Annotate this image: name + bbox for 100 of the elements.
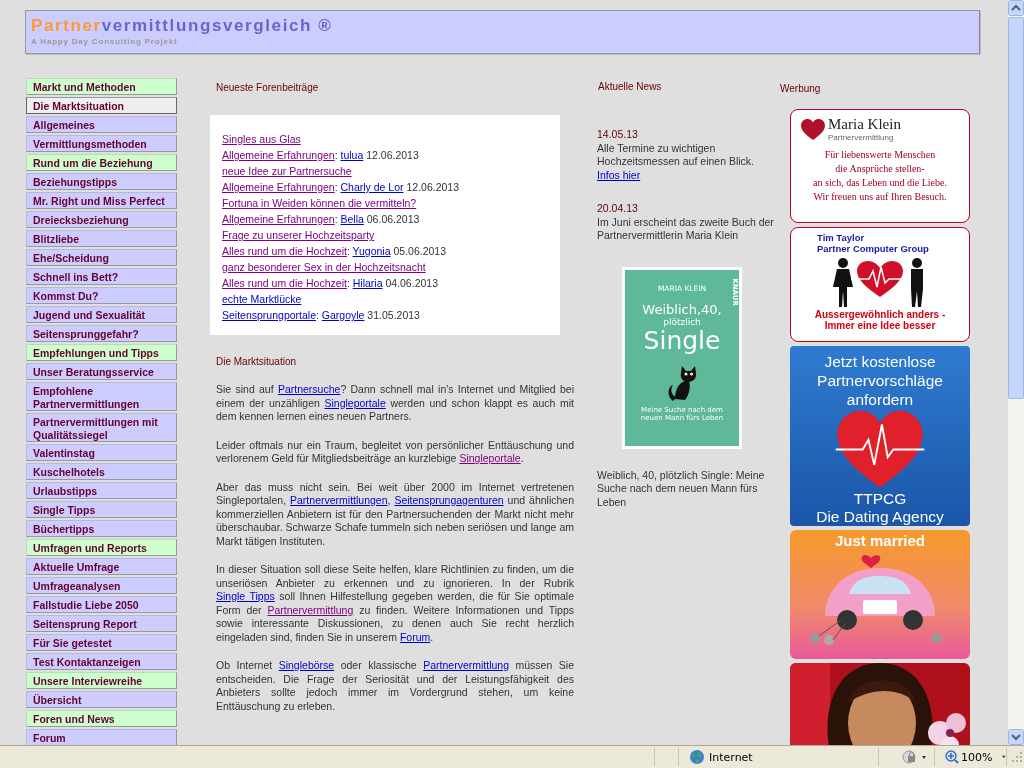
ad-text: Partnervorschläge [817, 371, 943, 390]
ad-slogan: Aussergewöhnlich anders - [814, 309, 946, 320]
link[interactable]: Partnervermittlung [423, 659, 509, 671]
separator: : [334, 149, 338, 161]
topic-link[interactable]: neue Idee zur Partnersuche [222, 165, 352, 177]
scrollbar-thumb[interactable] [1008, 17, 1024, 399]
post-date: 05.06.2013 [393, 245, 446, 257]
news-date: 20.04.13 [597, 202, 639, 216]
board-link[interactable]: Allgemeine Erfahrungen [222, 149, 335, 161]
topic-link[interactable]: Singles aus Glas [222, 133, 301, 145]
ad-text: die Ansprüche stellen- [835, 162, 925, 176]
nav-item[interactable]: Übersicht [26, 691, 177, 708]
book-caption: Weiblich, 40, plötzlich Single: Meine Suche nach dem neuen Mann fürs Leben [597, 468, 766, 509]
nav-item[interactable]: Ehe/Scheidung [26, 249, 177, 266]
nav-item[interactable]: Vermittlungsmethoden [26, 135, 177, 152]
section-heading: Aktuelle News [597, 80, 663, 93]
board-link[interactable]: Allgemeine Erfahrungen [222, 181, 335, 193]
author-link[interactable]: Charly de Lor [340, 181, 404, 193]
zoom-button[interactable]: 100% [945, 750, 993, 764]
nav-item[interactable]: Die Marktsituation [26, 97, 177, 114]
link[interactable]: Singlebörse [278, 659, 335, 671]
board-link[interactable]: Seitensprungportale [222, 309, 316, 321]
nav-section[interactable]: Umfragen und Reports [26, 539, 177, 556]
link[interactable]: Partnervermittlung [267, 603, 354, 616]
author-link[interactable]: Yugonia [352, 245, 391, 257]
nav-item[interactable]: Forum [26, 729, 177, 745]
paragraph: Leider oftmals nur ein Traum, begleitet von persönlicher Enttäuschung und verlorenem Geld für Mitgliedsbeiträge an kurzlebige Singleportale. [216, 438, 574, 466]
board-link[interactable]: Allgemeine Erfahrungen [222, 213, 335, 225]
nav-item[interactable]: Aktuelle Umfrage [26, 558, 177, 575]
caret-icon [1002, 754, 1006, 760]
ad-text: Wir freuen uns auf Ihren Besuch. [813, 190, 947, 204]
nav-section[interactable]: Foren und News [26, 710, 177, 727]
separator: : [334, 213, 338, 225]
news-date: 14.05.13 [597, 128, 639, 142]
author-link[interactable]: Bella [340, 213, 364, 225]
news-link[interactable]: Infos hier [597, 168, 641, 181]
nav-item[interactable]: Urlaubstipps [26, 482, 177, 499]
nav-item[interactable]: Fallstudie Liebe 2050 [26, 596, 177, 613]
ad-text: TTPCG [853, 490, 907, 508]
nav-item[interactable]: Unser Beratungsservice [26, 363, 177, 380]
link[interactable]: Singleportale [324, 396, 386, 409]
nav-item[interactable]: Test Kontaktanzeigen [26, 653, 177, 670]
link[interactable]: Singleportale [459, 452, 521, 464]
link[interactable]: Seitensprungagenturen [394, 494, 504, 506]
separator: : [334, 181, 338, 193]
book-title: Weiblich,40, [642, 302, 722, 317]
nav-item[interactable]: Umfrageanalysen [26, 577, 177, 594]
brand-tagline: Partnervermittlung [828, 133, 895, 142]
nav-item[interactable]: Blitzliebe [26, 230, 177, 247]
news-text: Im Juni erscheint das zweite Buch der Partnervermittlerin Maria Klein [597, 215, 775, 243]
ad-slogan: Immer eine Idee besser [824, 320, 936, 331]
nav-item[interactable]: Beziehungstipps [26, 173, 177, 190]
post-date: 12.06.2013 [366, 149, 419, 161]
nav-section[interactable]: Unsere Interviewreihe [26, 672, 177, 689]
author-link[interactable]: tulua [340, 149, 364, 161]
nav-item[interactable]: Kommst Du? [26, 287, 177, 304]
nav-item[interactable]: Für Sie getestet [26, 634, 177, 651]
nav-item[interactable]: Mr. Right und Miss Perfect [26, 192, 177, 209]
topic-link[interactable]: Frage zu unserer Hochzeitsparty [222, 229, 375, 241]
link[interactable]: Partnervermittlungen [290, 494, 388, 506]
ad-banner[interactable]: Maria Klein Partnervermittlung Für liebenswerte Menschen die Ansprüche stellen- an sich, das Leben und die Liebe. Wir freuen uns auf Ihren Besuch. [790, 109, 970, 223]
nav-item[interactable]: Dreiecksbeziehung [26, 211, 177, 228]
topic-link[interactable]: ganz besonderer Sex in der Hochzeitsnacht [222, 261, 426, 273]
ad-text: Die Dating Agency [816, 508, 944, 526]
author-link[interactable]: Gargoyle [321, 309, 365, 321]
nav-section[interactable]: Empfehlungen und Tipps [26, 344, 177, 361]
ad-text: anfordern [846, 390, 914, 409]
site-subtitle: A Happy Day Consulting Projekt [31, 36, 179, 48]
nav-item[interactable]: Seitensprunggefahr? [26, 325, 177, 342]
nav-section[interactable]: Markt und Methoden [26, 78, 177, 95]
nav-item[interactable]: Jugend und Sexualität [26, 306, 177, 323]
nav-item[interactable]: Schnell ins Bett? [26, 268, 177, 285]
post-date: 31.05.2013 [367, 309, 420, 321]
book-title: Single [643, 326, 721, 355]
link[interactable]: Single Tipps [216, 590, 275, 602]
ad-banner[interactable]: Jetzt kostenlose Partnervorschläge anfordern TTPCG Die Dating Agency [790, 346, 970, 526]
nav-item[interactable]: Kuschelhotels [26, 463, 177, 480]
link[interactable]: Partnersuche [277, 383, 341, 395]
separator: : [346, 245, 350, 257]
topic-link[interactable]: echte Marktlücke [222, 293, 302, 305]
author-link[interactable]: Hilaria [352, 277, 383, 289]
nav-item[interactable]: Partnervermittlungen mit Qualitätssiegel [26, 413, 177, 442]
section-heading: Neueste Forenbeiträge [215, 81, 320, 94]
ad-text: Für liebenswerte Menschen [824, 148, 936, 162]
zoom-icon [945, 750, 959, 764]
nav-item[interactable]: Seitensprung Report [26, 615, 177, 632]
nav-section[interactable]: Rund um die Beziehung [26, 154, 177, 171]
nav-item[interactable]: Büchertipps [26, 520, 177, 537]
globe-icon [689, 749, 705, 765]
section-heading: Werbung [780, 82, 822, 95]
board-link[interactable]: Alles rund um die Hochzeit [222, 277, 347, 289]
paragraph: In dieser Situation soll diese Seite helfen, klare Richtlinien zu finden, um die unseriösen Anbieter zu erkennen und zu ignorieren. In der Rubrik Single Tipps soll Ihnen Hilfestellung gegeben werden, die für Sie optimale Form der Partnervermittlung zu finden. Weitere Informationen und Tipps sowie interessante Diskussionen, zu denen auch Sie recht herzlich eingeladen sind, finden Sie in unserem Forum. [216, 563, 574, 644]
ad-banner[interactable]: Tim Taylor Partner Computer Group Aussergewöhnlich anders - Immer eine Idee besser [790, 227, 970, 342]
nav-item[interactable]: Single Tipps [26, 501, 177, 518]
board-link[interactable]: Alles rund um die Hochzeit [222, 245, 347, 257]
nav-item[interactable]: Allgemeines [26, 116, 177, 133]
section-heading: Die Marktsituation [215, 355, 298, 368]
nav-item[interactable]: Empfohlene Partnervermittlungen [26, 382, 177, 411]
nav-item[interactable]: Valentinstag [26, 444, 177, 461]
topic-link[interactable]: Fortuna in Weiden können die vermitteln? [222, 197, 417, 209]
